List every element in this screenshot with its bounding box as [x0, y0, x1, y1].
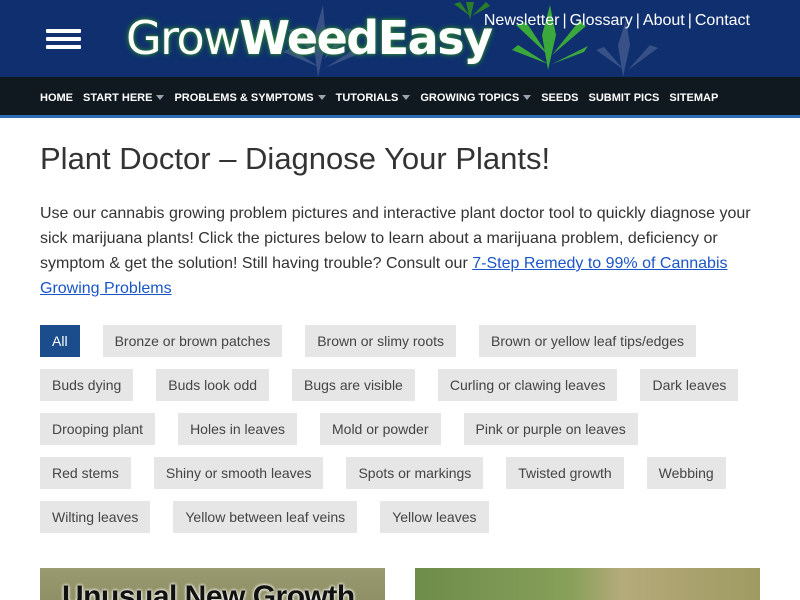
caret-down-icon: [402, 95, 411, 100]
top-links: Newsletter | Glossary | About | Contact: [483, 12, 750, 29]
filter-button[interactable]: Shiny or smooth leaves: [153, 457, 324, 489]
problem-card[interactable]: Unusual New Growth: [40, 568, 385, 600]
filter-button[interactable]: Wilting leaves: [40, 501, 151, 533]
filter-button[interactable]: Webbing: [646, 457, 726, 489]
filter-button[interactable]: Holes in leaves: [178, 413, 297, 445]
main-nav: HOME START HERE PROBLEMS & SYMPTOMS TUTO…: [0, 77, 800, 118]
nav-item-seeds[interactable]: SEEDS: [541, 92, 578, 104]
card-caption: Unusual New Growth: [62, 580, 355, 600]
nav-item-tutorials[interactable]: TUTORIALS: [336, 92, 411, 104]
filter-button[interactable]: Dark leaves: [640, 369, 739, 401]
filter-button[interactable]: Buds look odd: [156, 369, 270, 401]
nav-item-growing-topics[interactable]: GROWING TOPICS: [420, 92, 532, 104]
caret-down-icon: [317, 95, 326, 100]
page-title: Plant Doctor – Diagnose Your Plants!: [40, 141, 551, 176]
nav-item-sitemap[interactable]: SITEMAP: [669, 92, 718, 104]
filter-button[interactable]: Yellow between leaf veins: [173, 501, 358, 533]
filter-button[interactable]: Mold or powder: [320, 413, 441, 445]
nav-item-home[interactable]: HOME: [40, 92, 73, 104]
problem-cards: Unusual New Growth: [40, 568, 760, 600]
intro-paragraph: Use our cannabis growing problem picture…: [40, 205, 751, 297]
filter-button[interactable]: Spots or markings: [346, 457, 484, 489]
top-link-glossary[interactable]: Glossary: [570, 12, 633, 29]
problem-card[interactable]: [415, 568, 760, 600]
top-link-contact[interactable]: Contact: [695, 12, 750, 29]
filter-button[interactable]: Brown or slimy roots: [305, 325, 457, 357]
nav-item-start-here[interactable]: START HERE: [83, 92, 165, 104]
site-header: GrowWeedEasy Newsletter | Glossary | About | C…: [0, 0, 800, 77]
nav-item-problems-symptoms[interactable]: PROBLEMS & SYMPTOMS: [174, 92, 326, 104]
top-link-about[interactable]: About: [643, 12, 685, 29]
filter-button[interactable]: Bronze or brown patches: [102, 325, 283, 357]
filter-button[interactable]: Red stems: [40, 457, 131, 489]
filter-buttons: All Bronze or brown patches Brown or slimy…: [40, 325, 770, 545]
filter-button[interactable]: All: [40, 325, 80, 357]
filter-button[interactable]: Drooping plant: [40, 413, 156, 445]
logo-wordmark: GrowWeedEasy: [126, 11, 493, 65]
filter-button[interactable]: Bugs are visible: [292, 369, 415, 401]
caret-down-icon: [523, 95, 532, 100]
menu-hamburger-icon[interactable]: [46, 29, 82, 51]
nav-item-submit-pics[interactable]: SUBMIT PICS: [588, 92, 659, 104]
filter-button[interactable]: Yellow leaves: [380, 501, 489, 533]
filter-button[interactable]: Pink or purple on leaves: [463, 413, 638, 445]
caret-down-icon: [156, 95, 165, 100]
top-link-newsletter[interactable]: Newsletter: [484, 12, 560, 29]
filter-button[interactable]: Buds dying: [40, 369, 134, 401]
filter-button[interactable]: Curling or clawing leaves: [437, 369, 618, 401]
filter-button[interactable]: Brown or yellow leaf tips/edges: [479, 325, 697, 357]
filter-button[interactable]: Twisted growth: [506, 457, 624, 489]
